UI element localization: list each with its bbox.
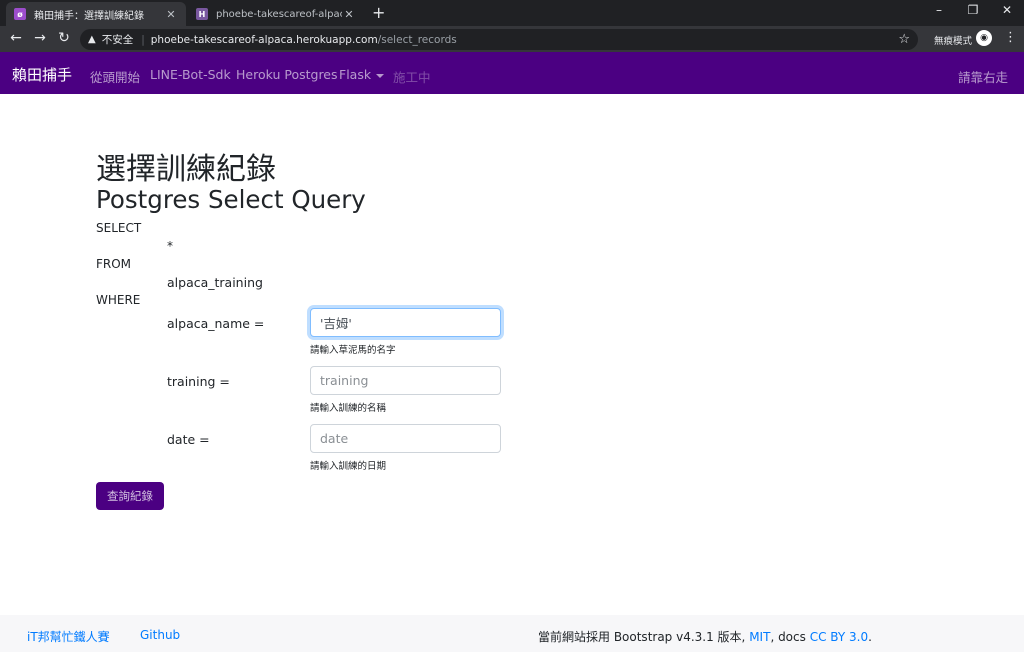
bookmark-star-icon[interactable]: ☆ bbox=[898, 32, 910, 47]
nav-link-right[interactable]: 請靠右走 bbox=[958, 67, 1008, 86]
nav-link-under-construction: 施工中 bbox=[393, 70, 431, 85]
from-value: alpaca_training bbox=[167, 275, 263, 290]
nav-dropdown-flask[interactable]: Flask bbox=[339, 67, 385, 82]
where-keyword: WHERE bbox=[96, 293, 141, 307]
select-value: * bbox=[167, 239, 173, 253]
new-tab-button[interactable]: + bbox=[372, 3, 385, 22]
footer-credit-mid: , docs bbox=[770, 630, 810, 644]
footer-credit: 當前網站採用 Bootstrap v4.3.1 版本, MIT, docs CC… bbox=[538, 628, 872, 645]
site-footer: iT邦幫忙鐵人賽 Github 當前網站採用 Bootstrap v4.3.1 … bbox=[0, 615, 1024, 652]
nav-link-line-bot-sdk[interactable]: LINE-Bot-Sdk bbox=[150, 67, 231, 82]
footer-link-ithome[interactable]: iT邦幫忙鐵人賽 bbox=[27, 628, 110, 645]
page-title: 選擇訓練紀錄 bbox=[96, 152, 276, 187]
heroku-favicon-icon: H bbox=[196, 8, 208, 20]
url-host: phoebe-takescareof-alpaca.herokuapp.com bbox=[150, 33, 378, 46]
caret-down-icon bbox=[376, 73, 385, 78]
url-path: /select_records bbox=[377, 33, 457, 46]
tab-title: phoebe-takescareof-alpaca · Log bbox=[216, 8, 342, 20]
navbar-brand[interactable]: 賴田捕手 bbox=[12, 64, 72, 85]
tab-title: 賴田捕手：選擇訓練紀錄 bbox=[34, 10, 144, 22]
footer-link-github[interactable]: Github bbox=[140, 628, 180, 642]
mit-license-link[interactable]: MIT bbox=[749, 630, 770, 644]
browser-tab-active[interactable]: ø 賴田捕手：選擇訓練紀錄 ✕ bbox=[6, 2, 186, 26]
browser-toolbar: ← → ↻ ▲ 不安全 | phoebe-takescareof-alpaca.… bbox=[0, 26, 1024, 52]
address-bar[interactable]: ▲ 不安全 | phoebe-takescareof-alpaca.heroku… bbox=[80, 29, 918, 50]
incognito-icon[interactable]: ◉ bbox=[976, 30, 992, 46]
date-input[interactable] bbox=[310, 424, 501, 453]
browser-tab-bar: ø 賴田捕手：選擇訓練紀錄 ✕ H phoebe-takescareof-alp… bbox=[0, 0, 1024, 26]
nav-dropdown-flask-label: Flask bbox=[339, 67, 372, 82]
close-tab-icon[interactable]: ✕ bbox=[164, 8, 178, 21]
from-keyword: FROM bbox=[96, 257, 132, 271]
incognito-label: 無痕模式 bbox=[934, 36, 973, 47]
back-icon[interactable]: ← bbox=[6, 30, 26, 46]
reload-icon[interactable]: ↻ bbox=[54, 30, 74, 46]
security-label[interactable]: 不安全 bbox=[102, 32, 134, 47]
browser-tab-inactive[interactable]: H phoebe-takescareof-alpaca · Log ✕ bbox=[188, 2, 364, 26]
alpaca-favicon-icon: ø bbox=[14, 8, 26, 20]
restore-icon[interactable]: ❐ bbox=[958, 3, 988, 17]
alpaca-name-help: 請輸入草泥馬的名字 bbox=[310, 345, 396, 356]
close-tab-icon[interactable]: ✕ bbox=[342, 8, 356, 21]
nav-link-start[interactable]: 從頭開始 bbox=[90, 67, 140, 86]
page-subtitle: Postgres Select Query bbox=[96, 185, 366, 214]
alpaca-name-label: alpaca_name = bbox=[167, 316, 265, 331]
forward-icon[interactable]: → bbox=[30, 30, 50, 46]
window-close-icon[interactable]: ✕ bbox=[992, 3, 1022, 17]
footer-credit-suffix: . bbox=[868, 630, 872, 644]
training-help: 請輸入訓練的名稱 bbox=[310, 403, 387, 414]
date-label: date = bbox=[167, 432, 210, 447]
address-separator: | bbox=[141, 33, 145, 46]
footer-credit-prefix: 當前網站採用 Bootstrap v4.3.1 版本, bbox=[538, 630, 750, 644]
browser-menu-icon[interactable]: ⋮ bbox=[1004, 30, 1017, 45]
alpaca-name-input[interactable] bbox=[310, 308, 501, 337]
site-navbar: 賴田捕手 從頭開始 LINE-Bot-Sdk Heroku Postgres F… bbox=[0, 52, 1024, 94]
nav-link-heroku-postgres[interactable]: Heroku Postgres bbox=[236, 67, 338, 82]
training-input[interactable] bbox=[310, 366, 501, 395]
date-help: 請輸入訓練的日期 bbox=[310, 461, 387, 472]
minimize-icon[interactable]: – bbox=[924, 3, 954, 17]
training-label: training = bbox=[167, 374, 230, 389]
query-records-button[interactable]: 查詢紀錄 bbox=[96, 482, 164, 510]
select-keyword: SELECT bbox=[96, 221, 142, 235]
cc-license-link[interactable]: CC BY 3.0 bbox=[810, 630, 868, 644]
warning-icon: ▲ bbox=[88, 34, 96, 45]
